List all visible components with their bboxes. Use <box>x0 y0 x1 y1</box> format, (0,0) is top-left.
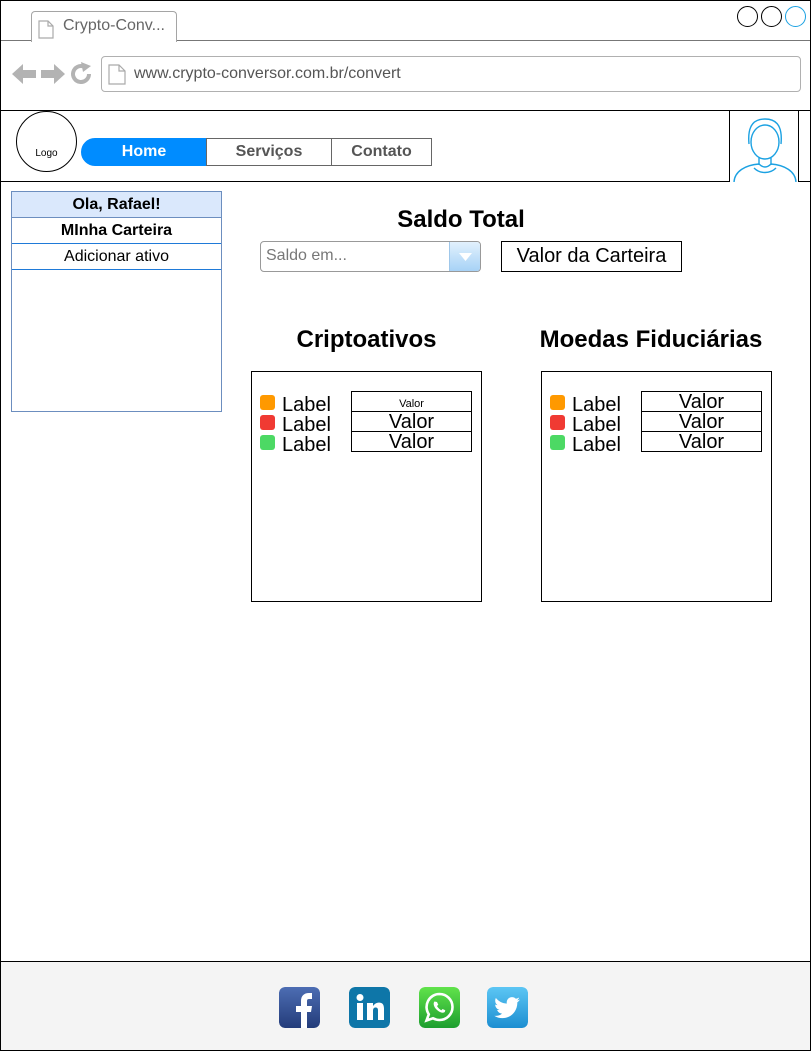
browser-toolbar: www.crypto-conversor.com.br/convert <box>1 42 810 111</box>
sidebar-item-minha-carteira[interactable]: MInha Carteira <box>12 218 221 244</box>
sidebar-item-adicionar-ativo[interactable]: Adicionar ativo <box>12 244 221 270</box>
refresh-icon[interactable] <box>69 62 93 91</box>
url-text: www.crypto-conversor.com.br/convert <box>134 65 401 82</box>
window-controls <box>737 6 806 27</box>
fiat-legend-row: Label <box>550 412 621 435</box>
fiat-value: Valor <box>641 431 762 452</box>
user-icon <box>733 118 797 182</box>
sidebar: Ola, Rafael! MInha Carteira Adicionar at… <box>11 191 222 412</box>
nav-contato[interactable]: Contato <box>331 138 432 166</box>
back-arrow-icon[interactable] <box>11 62 37 91</box>
user-greeting: Ola, Rafael! <box>12 192 221 218</box>
facebook-icon[interactable] <box>279 987 320 1028</box>
minimize-button[interactable] <box>737 6 758 27</box>
whatsapp-icon[interactable] <box>419 987 460 1028</box>
fiat-panel: Label Label Label Valor Valor Valor <box>541 371 772 602</box>
fiat-legend-row: Label <box>550 432 621 456</box>
legend-swatch <box>260 434 275 450</box>
fiat-value: Valor <box>641 411 762 432</box>
logo-text: Logo <box>35 148 58 159</box>
browser-window: Crypto-Conv... www.crypto-conversor.com.… <box>0 0 811 1051</box>
nav-buttons <box>11 62 93 91</box>
address-bar[interactable]: www.crypto-conversor.com.br/convert <box>101 56 801 92</box>
site-header: Logo Home Serviços Contato <box>1 111 810 182</box>
dropdown-arrow-icon[interactable] <box>449 242 480 271</box>
main-menu: Home Serviços Contato <box>81 138 432 166</box>
page-icon <box>108 64 126 90</box>
crypto-title: Criptoativos <box>296 326 437 353</box>
maximize-button[interactable] <box>761 6 782 27</box>
crypto-legend-row: Label <box>260 392 331 415</box>
crypto-value: Valor <box>351 391 472 412</box>
crypto-panel: Label Label Label Valor Valor Valor <box>251 371 482 602</box>
crypto-legend-row: Label <box>260 432 331 456</box>
tab-strip: Crypto-Conv... <box>1 1 810 42</box>
crypto-value: Valor <box>351 431 472 452</box>
legend-swatch <box>550 434 565 450</box>
crypto-label: Label <box>282 434 331 456</box>
legend-swatch <box>260 414 275 430</box>
legend-swatch <box>550 394 565 410</box>
tab-title: Crypto-Conv... <box>63 17 165 34</box>
site-footer <box>1 961 810 1050</box>
balance-title: Saldo Total <box>397 206 525 233</box>
currency-select[interactable]: Saldo em... <box>260 241 481 272</box>
logo[interactable]: Logo <box>16 111 77 172</box>
crypto-value: Valor <box>351 411 472 432</box>
wallet-value: Valor da Carteira <box>501 241 682 272</box>
user-avatar[interactable] <box>729 111 799 182</box>
currency-select-placeholder: Saldo em... <box>266 247 347 264</box>
close-button[interactable] <box>785 6 806 27</box>
linkedin-icon[interactable] <box>349 987 390 1028</box>
fiat-value: Valor <box>641 391 762 412</box>
browser-tab[interactable]: Crypto-Conv... <box>31 11 177 42</box>
page-icon <box>38 20 54 44</box>
twitter-icon[interactable] <box>487 987 528 1028</box>
fiat-title: Moedas Fiduciárias <box>539 326 763 353</box>
crypto-legend-row: Label <box>260 412 331 435</box>
fiat-label: Label <box>572 434 621 456</box>
nav-home[interactable]: Home <box>81 138 207 166</box>
nav-servicos[interactable]: Serviços <box>206 138 332 166</box>
legend-swatch <box>550 414 565 430</box>
forward-arrow-icon[interactable] <box>40 62 66 91</box>
legend-swatch <box>260 394 275 410</box>
fiat-legend-row: Label <box>550 392 621 415</box>
